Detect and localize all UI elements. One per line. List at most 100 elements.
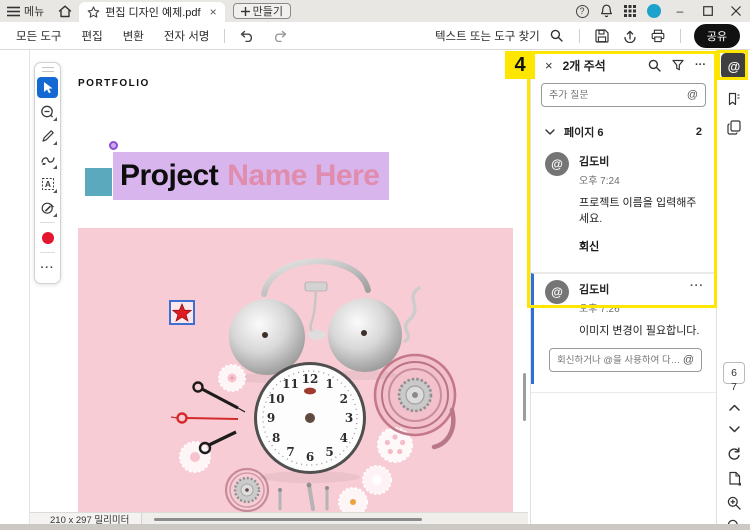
apps-grid-icon (624, 5, 636, 17)
heading-text-pink: Name Here (227, 159, 380, 192)
apps-button[interactable] (618, 0, 642, 22)
clock-number: 10 (267, 391, 285, 406)
more-tools-button[interactable]: ··· (37, 257, 58, 278)
avatar-icon (647, 4, 661, 18)
mention-at-icon[interactable]: @ (687, 89, 698, 101)
tab-title: 편집 디자인 예제.pdf (105, 7, 201, 19)
redo-button[interactable] (268, 25, 290, 47)
clock-number: 3 (344, 411, 354, 425)
project-heading-highlight[interactable]: Project Name Here (113, 152, 390, 200)
clock-photo-art (170, 258, 457, 512)
panel-close-button[interactable]: × (545, 58, 553, 73)
next-page-button[interactable] (721, 416, 747, 442)
menu-label: 메뉴 (24, 6, 45, 18)
menu-all-tools[interactable]: 모든 도구 (6, 28, 72, 44)
menu-convert[interactable]: 변환 (113, 28, 154, 44)
bookmark-icon (728, 92, 740, 106)
save-icon (595, 28, 609, 43)
menu-esign[interactable]: 전자 서명 (154, 28, 220, 44)
panel-more-button[interactable]: ··· (695, 59, 706, 71)
page-section-label[interactable]: 페이지 6 (564, 124, 604, 140)
new-comment-field[interactable]: @ (541, 83, 706, 107)
print-button[interactable] (647, 25, 669, 47)
text-box-tool[interactable]: A (37, 173, 58, 194)
comment-item-selected[interactable]: @ 김도비 오후 7:26 ··· 이미지 변경이 필요합니다. @ (531, 273, 716, 384)
bookmarks-button[interactable] (721, 86, 747, 112)
comments-panel: × 2개 주석 ··· @ 페이지 6 2 @ 김도비 오후 7:24 (530, 50, 716, 524)
canvas-vertical-scrollbar[interactable] (523, 373, 526, 421)
star-stamp-annotation[interactable] (169, 300, 195, 325)
palette-drag-handle[interactable] (41, 67, 54, 72)
comment-divider (531, 392, 716, 393)
toolbar-separator (578, 28, 580, 43)
highlight-pen-tool[interactable] (37, 125, 58, 146)
window-maximize-button[interactable] (694, 0, 722, 22)
fill-sign-tool[interactable] (37, 197, 58, 218)
home-button[interactable] (51, 0, 79, 22)
comment-item[interactable]: @ 김도비 오후 7:24 프로젝트 이름을 입력해주세요. 회신 (531, 146, 716, 264)
clock-number: 8 (272, 430, 281, 445)
undo-icon (240, 30, 252, 42)
comment-time: 오후 7:24 (579, 176, 620, 187)
comment-search-icon[interactable] (648, 59, 661, 72)
upload-share-button[interactable] (619, 25, 641, 47)
reply-input[interactable] (557, 354, 683, 366)
clock-number: 6 (305, 450, 315, 464)
create-button[interactable]: 만들기 (232, 3, 291, 19)
rotate-icon (728, 447, 740, 460)
comments-panel-button[interactable]: @ (721, 53, 747, 79)
menu-edit[interactable]: 편집 (72, 28, 113, 44)
document-tab[interactable]: 편집 디자인 예제.pdf × (79, 2, 225, 22)
hamburger-icon (7, 6, 20, 16)
find-tools-label[interactable]: 텍스트 또는 도구 찾기 (435, 28, 540, 44)
pen-icon (41, 129, 54, 142)
section-chevron-icon[interactable] (545, 129, 555, 135)
color-red-tool[interactable] (37, 227, 58, 248)
plus-icon (240, 6, 250, 16)
canvas-horizontal-scrollbar[interactable] (154, 517, 423, 521)
pages-icon (727, 119, 741, 135)
mention-at-icon[interactable]: @ (683, 354, 694, 366)
page-fit-icon (728, 471, 741, 485)
comment-body: 이미지 변경이 필요합니다. (579, 325, 700, 337)
ellipsis-icon: ··· (40, 261, 55, 274)
rotate-page-button[interactable] (721, 441, 747, 467)
select-tool[interactable] (37, 77, 58, 98)
comments-panel-title: 2개 주석 (562, 58, 606, 73)
new-comment-input[interactable] (549, 89, 687, 101)
clock-number: 11 (282, 377, 299, 392)
page-view-button[interactable] (721, 465, 747, 491)
commenter-name: 김도비 (579, 284, 610, 296)
search-button[interactable] (546, 25, 568, 47)
share-button[interactable]: 공유 (693, 23, 740, 48)
window-close-button[interactable] (722, 0, 750, 22)
commenter-avatar: @ (545, 280, 569, 304)
create-label: 만들기 (252, 6, 283, 18)
menu-button[interactable]: 메뉴 (0, 0, 51, 22)
upload-cloud-icon (624, 30, 636, 43)
clock-number: 9 (266, 411, 276, 425)
teal-square-graphic (85, 168, 112, 196)
help-icon: ? (575, 4, 589, 18)
clock-photo: 12 1 2 3 4 5 6 7 8 9 10 11 (78, 228, 513, 512)
page-thumbnails-button[interactable] (721, 114, 747, 140)
window-minimize-button[interactable]: – (666, 0, 694, 22)
left-panel-rail (0, 50, 30, 524)
comment-anchor-icon[interactable] (109, 141, 118, 150)
reply-field[interactable]: @ (549, 348, 702, 372)
undo-button[interactable] (236, 25, 258, 47)
favorite-star-icon[interactable] (87, 5, 100, 19)
save-button[interactable] (591, 25, 613, 47)
comment-more-button[interactable]: ··· (690, 280, 704, 292)
tab-close-button[interactable]: × (210, 5, 217, 19)
notifications-button[interactable] (594, 0, 618, 22)
comment-bubble-icon (41, 105, 54, 117)
help-button[interactable]: ? (570, 0, 594, 22)
main-area: PORTFOLIO Project Name Here 12 1 2 3 4 5… (0, 50, 750, 530)
filter-funnel-icon[interactable] (672, 59, 684, 71)
reply-link[interactable]: 회신 (579, 238, 704, 254)
account-avatar[interactable] (642, 0, 666, 22)
draw-lasso-tool[interactable] (37, 149, 58, 170)
document-canvas[interactable]: PORTFOLIO Project Name Here 12 1 2 3 4 5… (30, 50, 528, 512)
add-comment-tool[interactable] (37, 101, 58, 122)
